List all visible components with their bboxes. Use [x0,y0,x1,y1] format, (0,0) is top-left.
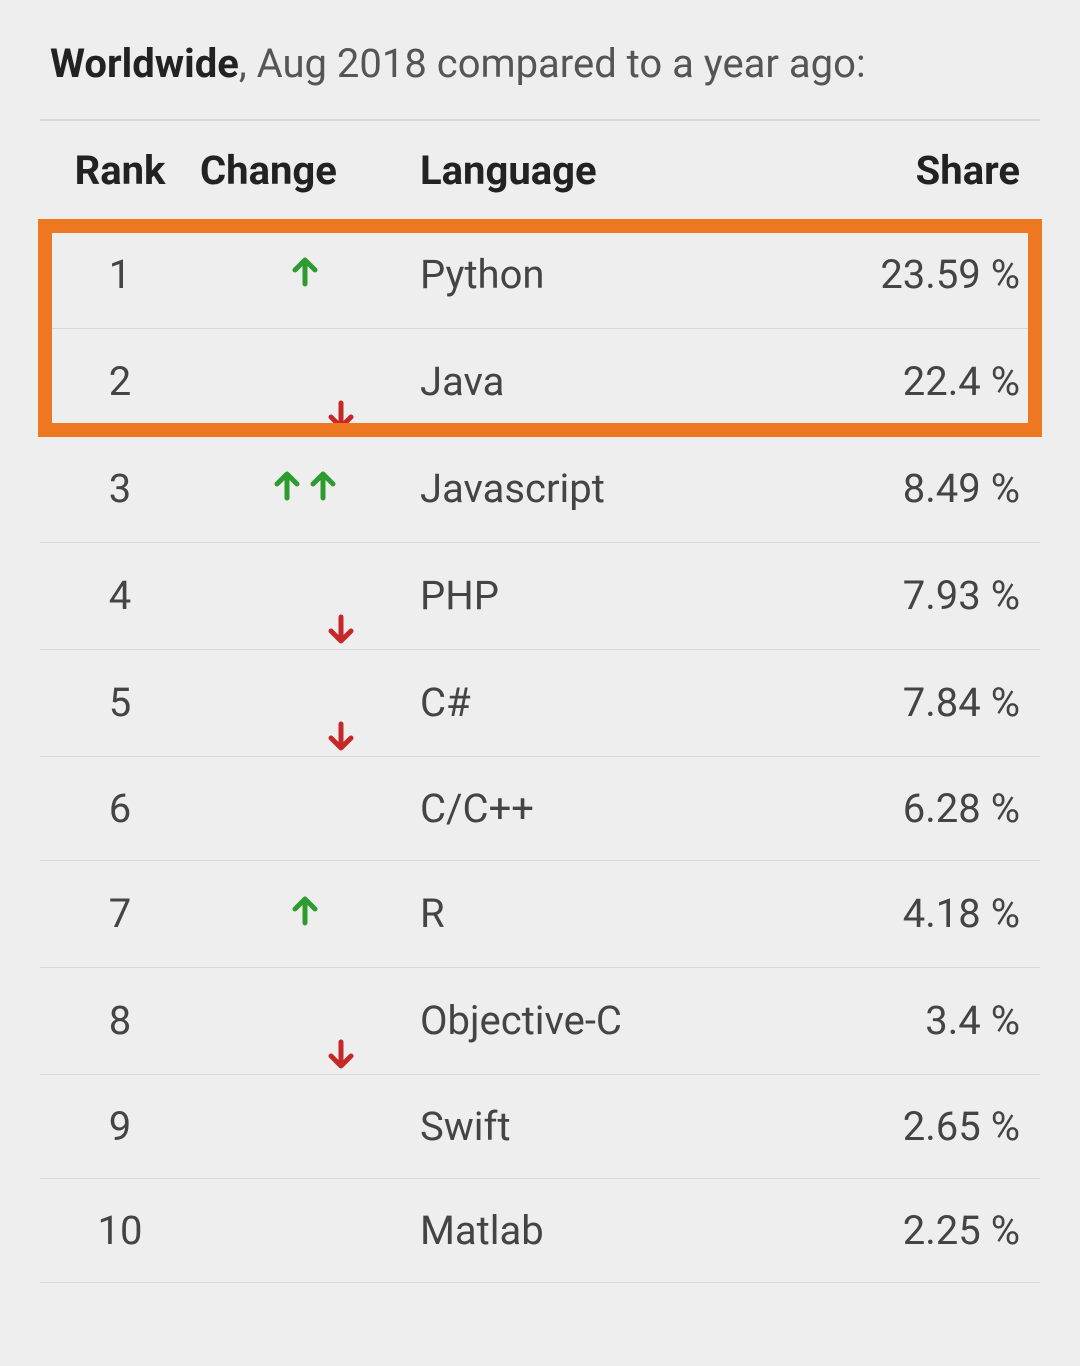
col-header-change: Change [200,120,410,221]
cell-rank: 6 [40,756,200,860]
arrow-up-icon [287,892,323,939]
cell-share: 23.59 % [820,221,1040,328]
cell-share: 2.65 % [820,1074,1040,1178]
cell-language: PHP [410,542,820,649]
cell-change [200,435,410,542]
cell-share: 22.4 % [820,328,1040,435]
cell-rank: 9 [40,1074,200,1178]
cell-rank: 1 [40,221,200,328]
table-row: 5 C# 7.84 % [40,649,1040,756]
cell-share: 7.93 % [820,542,1040,649]
arrow-down-icon [287,681,323,728]
cell-change [200,967,410,1074]
cell-share: 8.49 % [820,435,1040,542]
table-row: 10 Matlab 2.25 % [40,1178,1040,1282]
cell-share: 2.25 % [820,1178,1040,1282]
cell-share: 7.84 % [820,649,1040,756]
arrow-up-icon [269,467,305,514]
cell-share: 4.18 % [820,860,1040,967]
cell-change [200,1074,410,1178]
table-row: 6 C/C++ 6.28 % [40,756,1040,860]
col-header-share: Share [820,120,1040,221]
arrow-down-icon [287,999,323,1046]
table-row: 4 PHP 7.93 % [40,542,1040,649]
ranking-table: Rank Change Language Share 1 Python 23.5… [40,119,1040,1283]
col-header-language: Language [410,120,820,221]
cell-change [200,860,410,967]
cell-rank: 5 [40,649,200,756]
table-row: 3 Javascript 8.49 % [40,435,1040,542]
arrow-up-icon [287,253,323,300]
cell-language: Matlab [410,1178,820,1282]
table-row: 7 R 4.18 % [40,860,1040,967]
cell-rank: 7 [40,860,200,967]
cell-rank: 3 [40,435,200,542]
cell-change [200,542,410,649]
table-row: 8 Objective-C 3.4 % [40,967,1040,1074]
cell-language: Objective-C [410,967,820,1074]
cell-language: Python [410,221,820,328]
cell-change [200,649,410,756]
cell-rank: 8 [40,967,200,1074]
col-header-rank: Rank [40,120,200,221]
cell-language: R [410,860,820,967]
cell-rank: 10 [40,1178,200,1282]
cell-change [200,328,410,435]
cell-language: Javascript [410,435,820,542]
cell-share: 6.28 % [820,756,1040,860]
cell-change [200,1178,410,1282]
cell-language: Swift [410,1074,820,1178]
cell-rank: 4 [40,542,200,649]
title-rest: , Aug 2018 compared to a year ago: [239,40,866,87]
cell-language: Java [410,328,820,435]
header-row: Rank Change Language Share [40,120,1040,221]
table-row: 9 Swift 2.65 % [40,1074,1040,1178]
cell-rank: 2 [40,328,200,435]
arrow-down-icon [287,360,323,407]
cell-language: C# [410,649,820,756]
table-row: 1 Python 23.59 % [40,221,1040,328]
cell-change [200,221,410,328]
table-wrap: Rank Change Language Share 1 Python 23.5… [40,119,1040,1283]
cell-share: 3.4 % [820,967,1040,1074]
arrow-up-icon [305,467,341,514]
page-title: Worldwide, Aug 2018 compared to a year a… [40,40,1040,87]
cell-language: C/C++ [410,756,820,860]
cell-change [200,756,410,860]
title-strong: Worldwide [50,40,239,87]
table-row: 2 Java 22.4 % [40,328,1040,435]
arrow-down-icon [287,574,323,621]
